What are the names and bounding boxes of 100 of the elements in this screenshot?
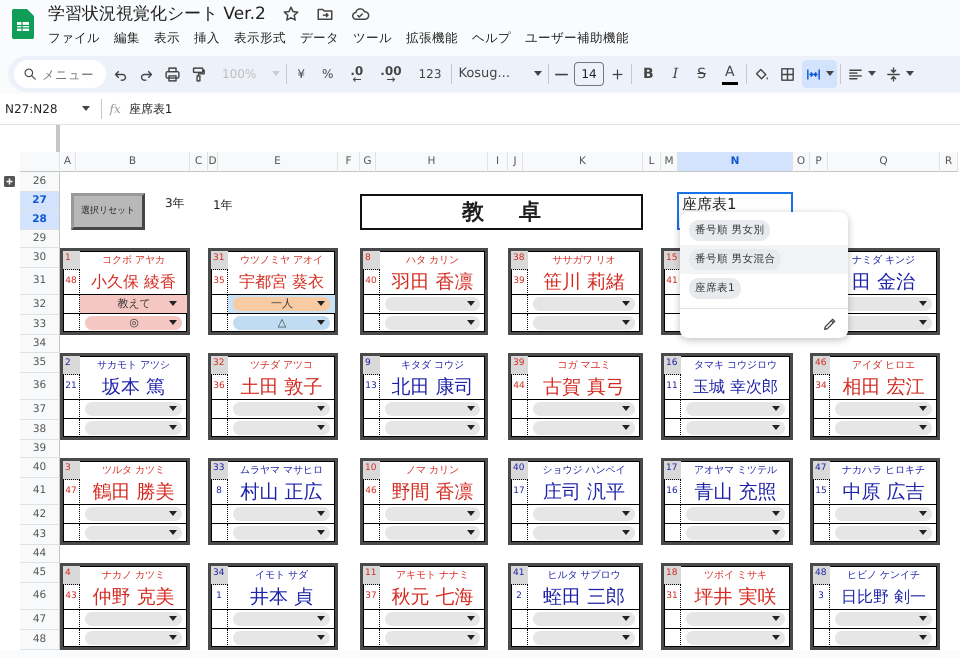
dropdown-chip[interactable]	[233, 402, 330, 416]
dropdown-chip[interactable]	[835, 402, 932, 416]
merge-button[interactable]	[802, 60, 837, 88]
dropdown-chip[interactable]	[533, 402, 635, 416]
row-header[interactable]: 47	[20, 610, 60, 630]
dropdown-chip[interactable]	[686, 420, 785, 435]
dropdown-chip[interactable]	[385, 506, 480, 521]
format-button[interactable]: 123	[416, 60, 444, 88]
row-header[interactable]: 40	[20, 458, 60, 478]
menu-item[interactable]: データ	[300, 29, 339, 48]
dropdown-chip[interactable]	[233, 420, 330, 435]
dropdown-chip[interactable]	[533, 612, 635, 626]
range-select[interactable]: N27:N28	[5, 95, 93, 123]
column-header[interactable]: P	[810, 152, 828, 172]
dropdown-chip[interactable]	[385, 420, 480, 435]
dropdown-chip[interactable]	[85, 526, 182, 540]
column-header[interactable]: K	[523, 152, 643, 172]
dropdown-chip[interactable]	[686, 526, 785, 540]
column-header[interactable]: B	[76, 152, 190, 172]
row-header[interactable]: 28	[20, 211, 60, 230]
format-button[interactable]: ¥	[294, 60, 308, 88]
row-header[interactable]: 38	[20, 420, 60, 440]
column-header[interactable]: N	[678, 152, 793, 172]
column-header[interactable]: E	[218, 152, 338, 172]
dropdown-chip[interactable]: ◎	[85, 316, 182, 330]
dropdown-chip[interactable]	[233, 630, 330, 645]
column-header[interactable]: H	[376, 152, 488, 172]
column-header[interactable]: C	[190, 152, 208, 172]
row-header[interactable]: 27	[20, 192, 60, 211]
row-header[interactable]: 41	[20, 478, 60, 505]
dropdown-chip[interactable]	[85, 402, 182, 416]
column-header[interactable]: R	[940, 152, 958, 172]
row-header[interactable]: 37	[20, 400, 60, 420]
dropdown-chip[interactable]	[686, 612, 785, 626]
menu-item[interactable]: ユーザー補助機能	[525, 29, 629, 48]
star-icon[interactable]	[282, 5, 300, 23]
row-header[interactable]: 43	[20, 525, 60, 545]
column-header[interactable]: J	[508, 152, 523, 172]
row-header[interactable]: 36	[20, 373, 60, 400]
dropdown-chip[interactable]	[385, 526, 480, 540]
dropdown-chip[interactable]	[385, 630, 480, 645]
dropdown-chip[interactable]	[835, 420, 932, 435]
menu-item[interactable]: ファイル	[48, 29, 100, 48]
dropdown-option[interactable]: 番号順 男女混合	[689, 248, 782, 270]
pencil-icon[interactable]	[822, 316, 838, 332]
column-header[interactable]: L	[643, 152, 661, 172]
format-button[interactable]: .0	[347, 60, 366, 88]
column-header[interactable]: F	[338, 152, 360, 172]
format-button[interactable]: B	[640, 60, 657, 88]
dropdown-chip[interactable]	[85, 420, 182, 435]
column-header[interactable]: A	[60, 152, 76, 172]
menu-item[interactable]: 表示	[154, 29, 180, 48]
font-size-field[interactable]: 14	[574, 62, 604, 86]
dropdown-chip[interactable]	[385, 612, 480, 626]
format-button[interactable]: A	[722, 63, 738, 85]
dropdown-chip[interactable]	[835, 630, 932, 645]
font-select[interactable]: Kosug...	[455, 60, 545, 88]
format-button[interactable]: .00	[377, 60, 405, 88]
dropdown-chip[interactable]	[686, 506, 785, 521]
expand-icon[interactable]	[4, 176, 15, 187]
column-header[interactable]: Q	[828, 152, 940, 172]
menu-item[interactable]: 編集	[114, 29, 140, 48]
row-header[interactable]: 30	[20, 248, 60, 268]
column-header[interactable]: G	[360, 152, 376, 172]
row-header[interactable]: 26	[20, 172, 60, 192]
menu-item[interactable]: 拡張機能	[406, 29, 458, 48]
dropdown-chip[interactable]	[533, 296, 635, 311]
dropdown-chip[interactable]	[686, 630, 785, 645]
dropdown-chip[interactable]	[533, 630, 635, 645]
dropdown-chip[interactable]	[385, 402, 480, 416]
menu-item[interactable]: ツール	[353, 29, 392, 48]
row-header[interactable]: 46	[20, 583, 60, 610]
column-header[interactable]: M	[661, 152, 678, 172]
dropdown-chip[interactable]	[533, 526, 635, 540]
dropdown-chip[interactable]	[385, 316, 480, 330]
dropdown-chip[interactable]	[835, 612, 932, 626]
cloud-icon[interactable]	[350, 5, 370, 23]
dropdown-chip[interactable]: △	[233, 316, 330, 330]
menu-item[interactable]: 挿入	[194, 29, 220, 48]
row-header[interactable]: 42	[20, 505, 60, 525]
dropdown-chip[interactable]	[835, 506, 932, 521]
row-header[interactable]: 32	[20, 295, 60, 315]
column-header[interactable]: D	[208, 152, 218, 172]
row-header[interactable]: 31	[20, 268, 60, 295]
row-header[interactable]: 39	[20, 440, 60, 458]
row-header[interactable]: 44	[20, 545, 60, 563]
row-header[interactable]: 35	[20, 353, 60, 373]
row-header[interactable]: 33	[20, 315, 60, 335]
format-button[interactable]: %	[318, 60, 336, 88]
dropdown-chip[interactable]	[385, 296, 480, 311]
dropdown-chip[interactable]	[686, 402, 785, 416]
search-field[interactable]: メニュー	[14, 60, 106, 88]
reset-button[interactable]: 選択リセット	[71, 193, 145, 230]
dropdown-chip[interactable]	[85, 506, 182, 521]
column-header[interactable]: O	[793, 152, 810, 172]
dropdown-chip[interactable]	[85, 630, 182, 645]
format-button[interactable]: I	[670, 60, 682, 88]
row-header[interactable]: 34	[20, 335, 60, 353]
dropdown-chip[interactable]	[233, 612, 330, 626]
dropdown-chip[interactable]	[233, 506, 330, 521]
